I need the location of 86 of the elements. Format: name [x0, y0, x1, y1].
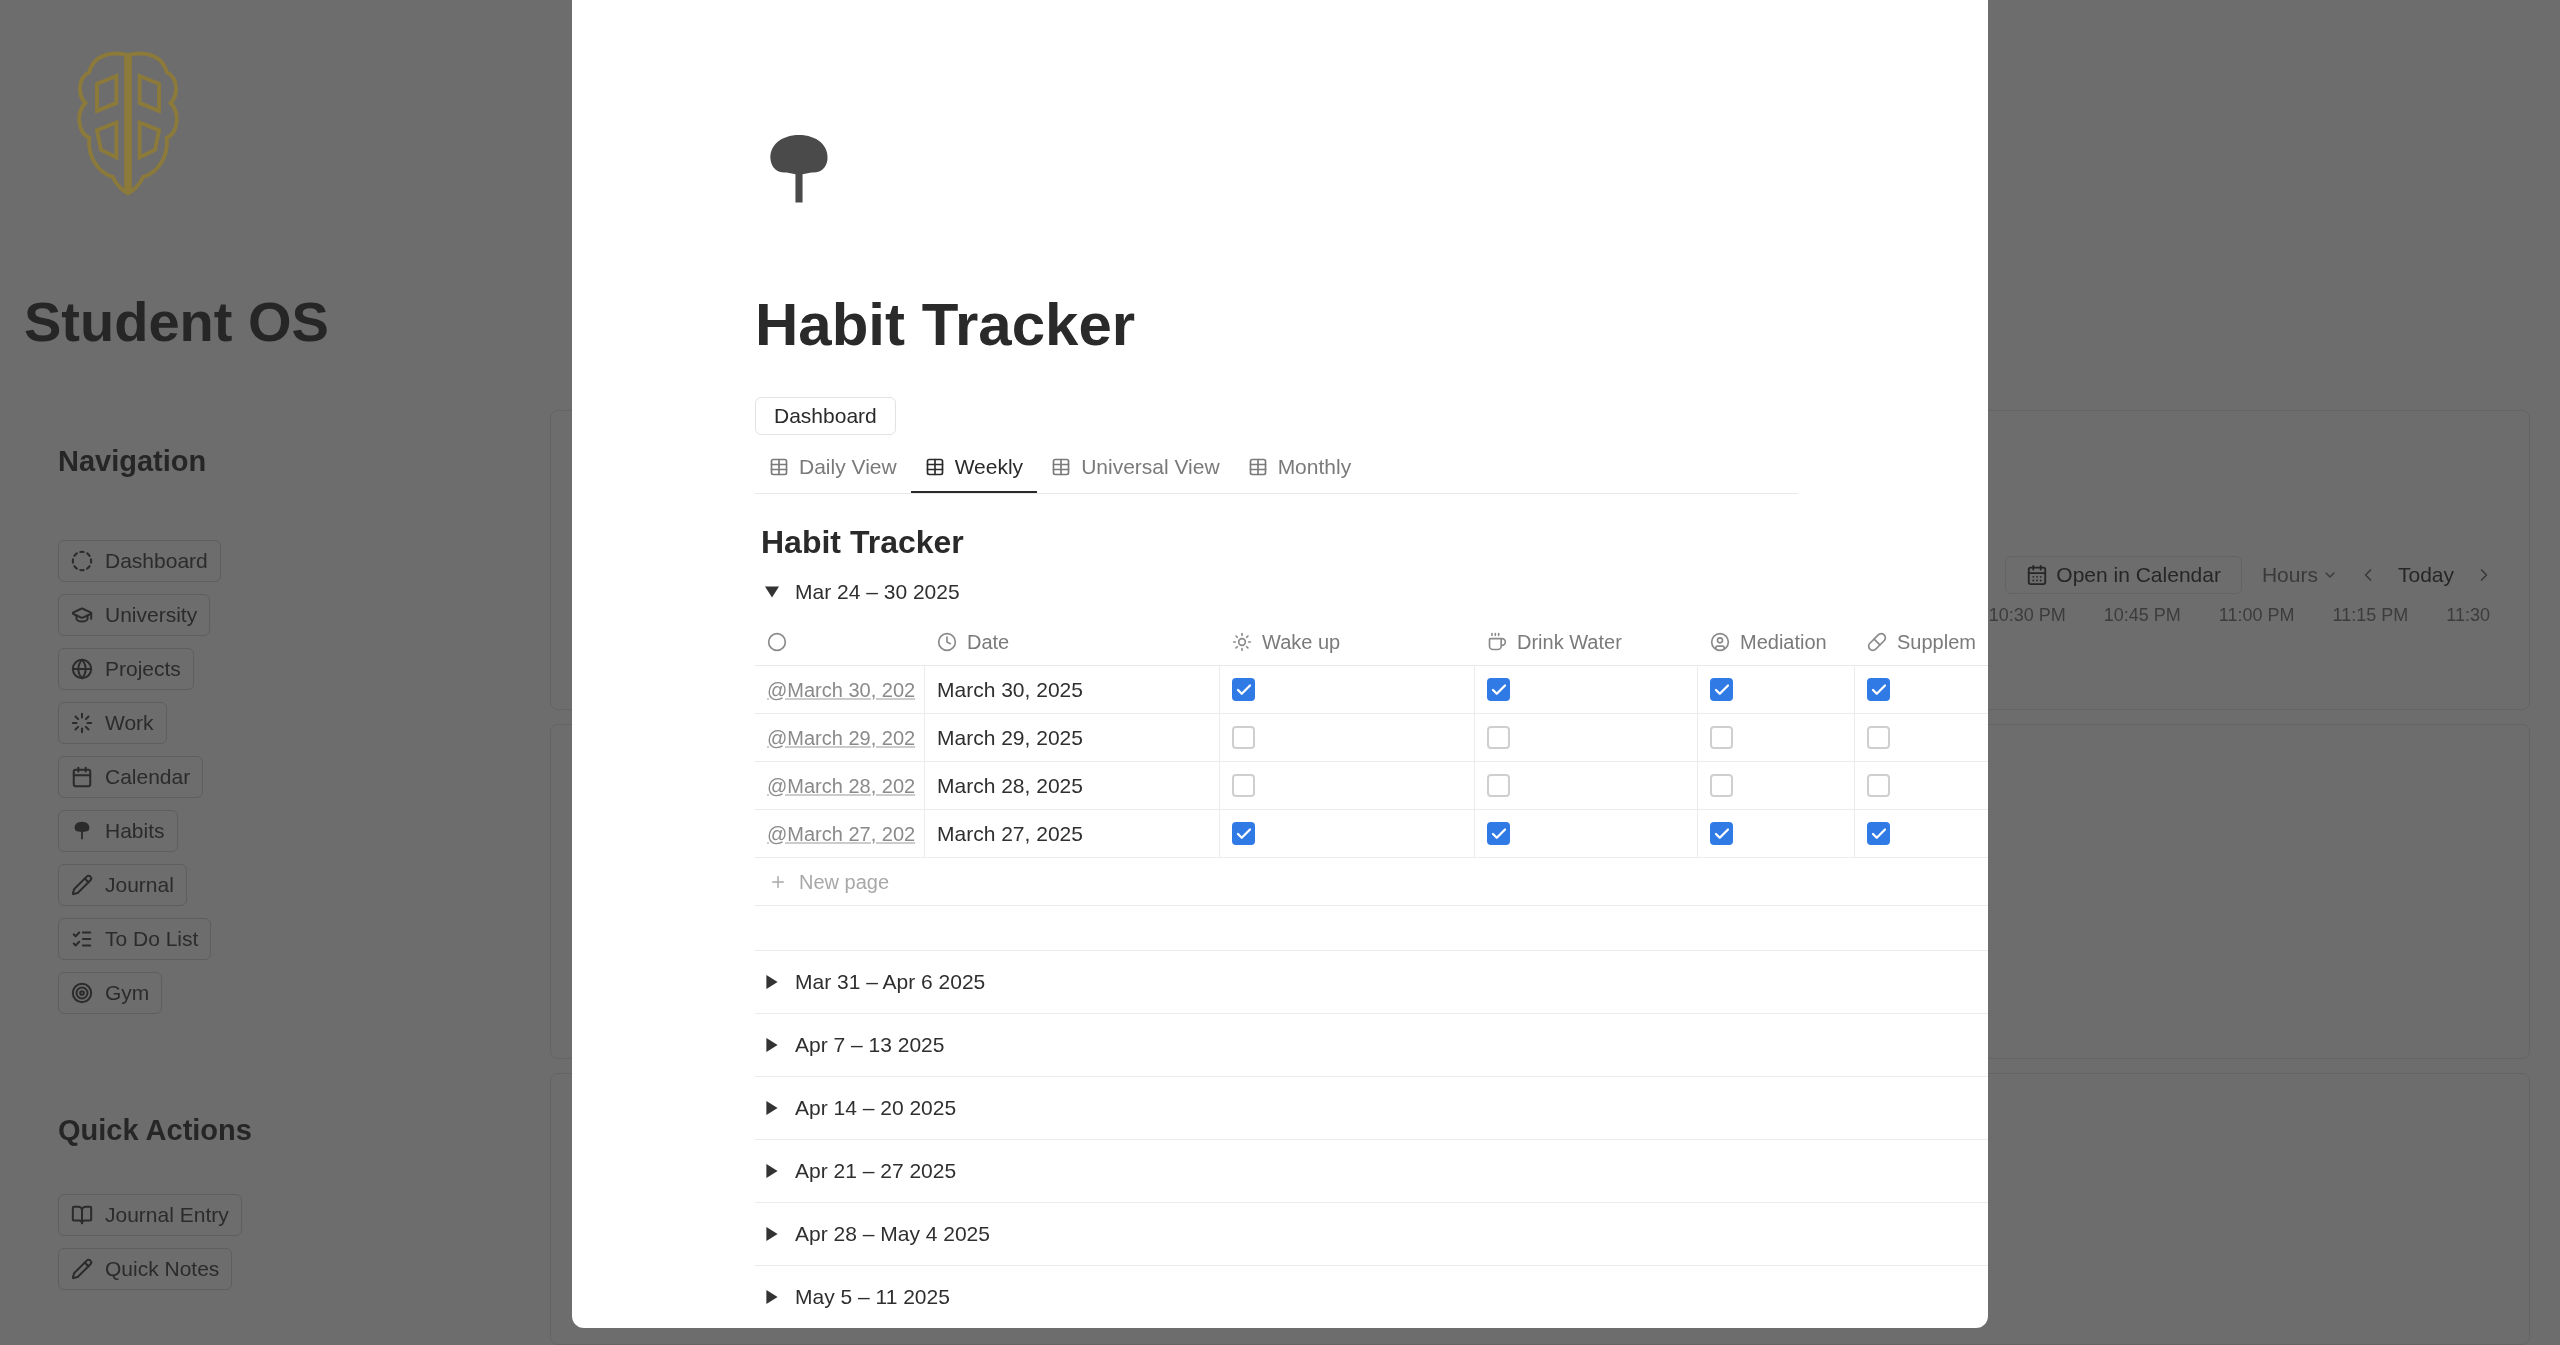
checkbox[interactable] [1710, 726, 1733, 749]
checkbox[interactable] [1710, 822, 1733, 845]
group-header[interactable]: Mar 24 – 30 2025 [755, 566, 1988, 618]
pencil-icon [71, 873, 93, 896]
column-header[interactable]: Date [967, 626, 1010, 657]
view-tab[interactable]: Daily View [755, 443, 911, 493]
group-header[interactable]: Mar 31 – Apr 6 2025 [755, 951, 1988, 1013]
column-header[interactable]: Wake up [1262, 626, 1341, 657]
date-cell-text: March 27, 2025 [937, 820, 1083, 847]
circle-icon [767, 631, 787, 652]
triangle-right-icon[interactable] [765, 1227, 779, 1241]
page-title-cell[interactable]: @March 30, 202 [767, 674, 916, 705]
table-icon [1247, 457, 1268, 477]
triangle-right-icon[interactable] [765, 1038, 779, 1052]
target-icon [71, 981, 93, 1004]
sun-icon [1232, 631, 1252, 652]
triangle-down-icon[interactable] [765, 585, 779, 599]
checkbox[interactable] [1710, 774, 1733, 797]
column-header[interactable]: Drink Water [1517, 626, 1622, 657]
column-header[interactable]: Supplem [1897, 626, 1976, 657]
nav-button[interactable]: Journal [58, 863, 187, 906]
dashboard-link-button[interactable]: Dashboard [755, 397, 896, 435]
view-title: Habit Tracker [761, 523, 965, 562]
date-cell-text: March 28, 2025 [937, 772, 1083, 799]
view-tab[interactable]: Monthly [1233, 443, 1366, 493]
group-header[interactable]: May 5 – 11 2025 [755, 1266, 1988, 1328]
open-in-calendar-button[interactable]: Open in Calendar [2005, 556, 2242, 594]
checkbox[interactable] [1232, 822, 1255, 845]
calendar-icon [2026, 564, 2049, 586]
group-header[interactable]: Apr 28 – May 4 2025 [755, 1203, 1988, 1265]
table-icon [1051, 457, 1072, 477]
nav-button[interactable]: Habits [58, 809, 178, 852]
nav-button[interactable]: Journal Entry [58, 1194, 242, 1236]
column-header[interactable]: Mediation [1740, 626, 1827, 657]
nav-button[interactable]: To Do List [58, 917, 212, 960]
table-icon [924, 457, 945, 477]
loader-icon [71, 711, 93, 734]
checkbox[interactable] [1867, 822, 1890, 845]
checkbox[interactable] [1867, 726, 1890, 749]
checkbox[interactable] [1232, 726, 1255, 749]
group-header[interactable]: Apr 7 – 13 2025 [755, 1014, 1988, 1076]
page-title: Habit Tracker [755, 295, 1137, 356]
nav-button[interactable]: Quick Notes [58, 1248, 233, 1290]
triangle-right-icon[interactable] [765, 1290, 779, 1304]
nav-button[interactable]: Work [58, 701, 167, 744]
triangle-right-icon[interactable] [765, 1164, 779, 1178]
dashed-circle-icon [71, 549, 93, 572]
nav-button[interactable]: Dashboard [58, 539, 221, 582]
checkbox[interactable] [1487, 678, 1510, 701]
checkbox[interactable] [1487, 822, 1510, 845]
checkbox[interactable] [1487, 774, 1510, 797]
page-title-cell[interactable]: @March 29, 202 [767, 722, 916, 753]
view-tab[interactable]: Weekly [910, 443, 1038, 493]
checkbox[interactable] [1710, 678, 1733, 701]
page-title-cell[interactable]: @March 27, 202 [767, 818, 916, 849]
person-circle-icon [1710, 631, 1730, 652]
pill-icon [1867, 631, 1887, 652]
checkbox[interactable] [1867, 774, 1890, 797]
nav-button[interactable]: Projects [58, 647, 194, 690]
checkbox[interactable] [1232, 678, 1255, 701]
nav-button[interactable]: Calendar [58, 755, 204, 798]
page-title-cell[interactable]: @March 28, 202 [767, 770, 916, 801]
triangle-right-icon[interactable] [765, 975, 779, 989]
nav-button[interactable]: Gym [58, 971, 163, 1014]
workspace-title: Student OS [24, 289, 330, 355]
date-cell-text: March 29, 2025 [937, 724, 1083, 751]
group-header[interactable]: Apr 21 – 27 2025 [755, 1140, 1988, 1202]
globe-icon [71, 657, 93, 680]
today-button[interactable]: Today [2397, 559, 2454, 591]
new-page-button[interactable]: New page [755, 858, 1988, 906]
triangle-right-icon[interactable] [765, 1101, 779, 1115]
nav-button[interactable]: University [58, 593, 211, 636]
view-tab[interactable]: Universal View [1037, 443, 1234, 493]
table-icon [769, 457, 789, 477]
calendar-icon [71, 765, 93, 788]
cup-icon [1487, 631, 1507, 652]
checkbox[interactable] [1487, 726, 1510, 749]
pencil-icon [71, 1258, 93, 1280]
book-icon [71, 1204, 93, 1226]
section-heading: Quick Actions [58, 1112, 253, 1148]
clock-icon [937, 631, 957, 652]
group-header[interactable]: Apr 14 – 20 2025 [755, 1077, 1988, 1139]
checkbox[interactable] [1232, 774, 1255, 797]
checkbox[interactable] [1867, 678, 1890, 701]
section-heading: Navigation [58, 444, 208, 479]
date-cell-text: March 30, 2025 [937, 676, 1083, 703]
